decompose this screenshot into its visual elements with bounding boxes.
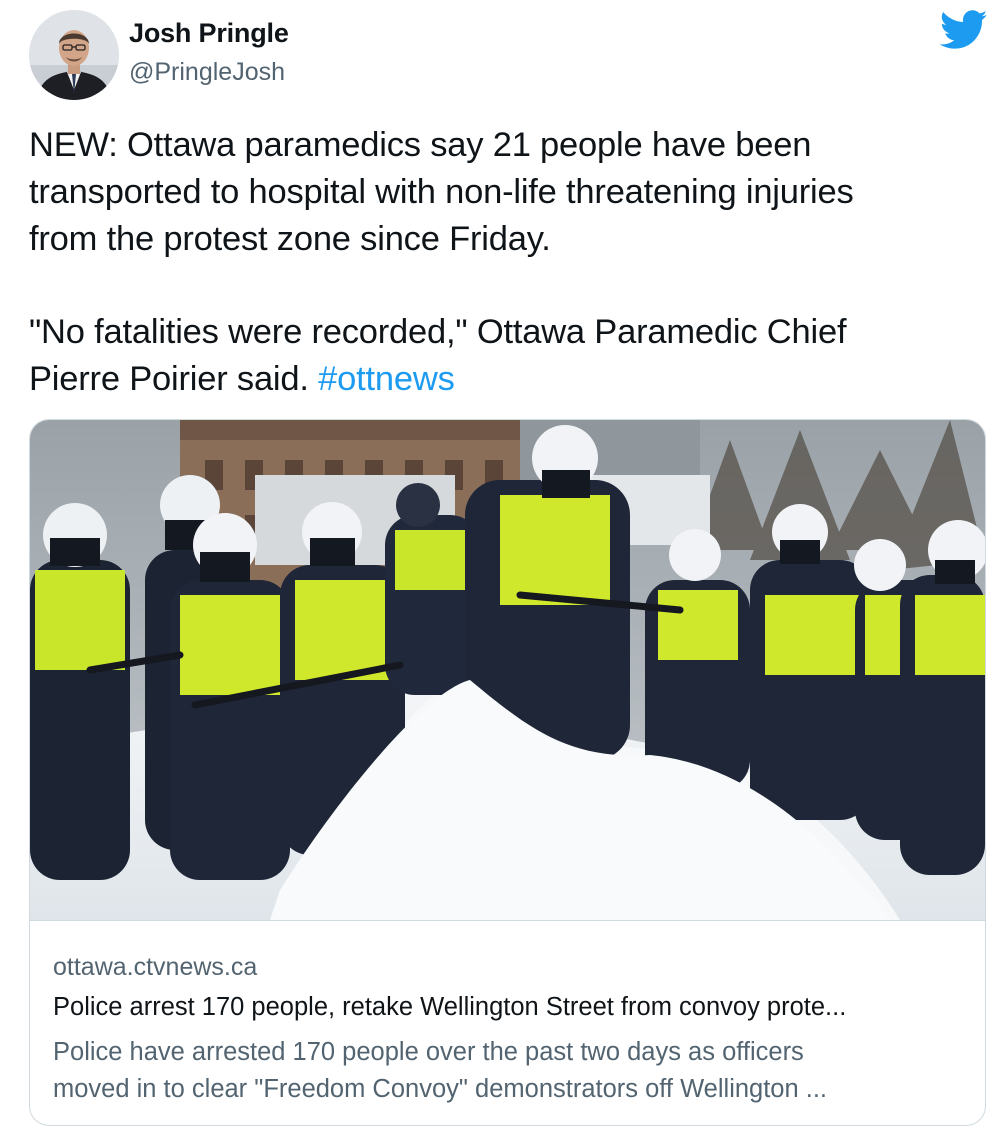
- card-description: Police have arrested 170 people over the…: [53, 1034, 958, 1108]
- author-handle[interactable]: @PringleJosh: [129, 58, 285, 87]
- card-description-line: moved in to clear "Freedom Convoy" demon…: [53, 1075, 828, 1103]
- tweet-line: NEW: Ottawa paramedics say 21 people hav…: [29, 126, 812, 164]
- link-card[interactable]: ottawa.ctvnews.ca Police arrest 170 peop…: [29, 419, 986, 1126]
- tweet-line: transported to hospital with non-life th…: [29, 173, 854, 211]
- tweet-line: Pierre Poirier said. #ottnews: [29, 356, 979, 403]
- author-name[interactable]: Josh Pringle: [129, 18, 289, 49]
- tweet-line: "No fatalities were recorded," Ottawa Pa…: [29, 313, 847, 351]
- tweet-line-text: Pierre Poirier said.: [29, 360, 319, 398]
- tweet-line: from the protest zone since Friday.: [29, 220, 551, 258]
- twitter-bird-icon[interactable]: [940, 10, 988, 50]
- hashtag-link[interactable]: #ottnews: [318, 360, 455, 398]
- card-title[interactable]: Police arrest 170 people, retake Welling…: [53, 993, 846, 1022]
- avatar-photo: [29, 10, 119, 100]
- tweet-embed: Josh Pringle @PringleJosh NEW: Ottawa pa…: [0, 0, 1002, 1134]
- card-domain[interactable]: ottawa.ctvnews.ca: [53, 953, 257, 982]
- card-image[interactable]: [30, 420, 985, 920]
- card-meta[interactable]: ottawa.ctvnews.ca Police arrest 170 peop…: [30, 920, 985, 1125]
- tweet-body: NEW: Ottawa paramedics say 21 people hav…: [29, 122, 979, 403]
- author-avatar[interactable]: [29, 10, 119, 100]
- card-description-line: Police have arrested 170 people over the…: [53, 1038, 804, 1066]
